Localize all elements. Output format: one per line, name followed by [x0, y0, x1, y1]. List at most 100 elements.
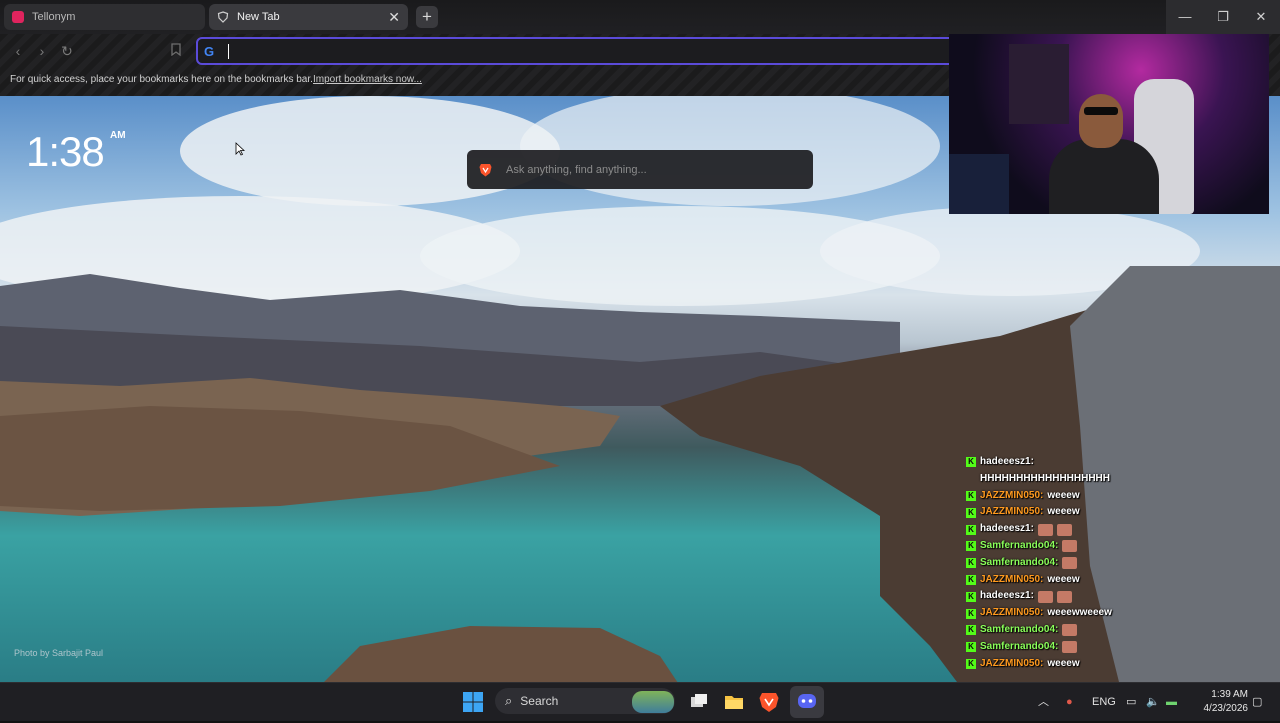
maximize-button[interactable]: ❐	[1204, 0, 1242, 34]
kick-badge-icon: K	[966, 507, 976, 518]
kick-badge-icon: K	[966, 658, 976, 669]
kick-badge-icon: K	[966, 490, 976, 501]
google-icon: G	[204, 44, 215, 59]
chat-message: Khadeeesz1:	[966, 454, 1166, 471]
show-hidden-icons-chevron-icon[interactable]: ︿	[1038, 683, 1049, 721]
tab-new-tab[interactable]: New Tab ✕	[209, 4, 408, 30]
taskbar-clock[interactable]: 1:39 AM 4/23/2026	[1194, 688, 1249, 716]
chat-username[interactable]: Samfernando04:	[980, 639, 1058, 656]
ntp-search-input[interactable]	[504, 162, 788, 177]
kick-badge-icon: K	[966, 574, 976, 585]
reload-icon[interactable]: ↻	[59, 43, 75, 59]
forward-icon[interactable]: ›	[34, 43, 50, 59]
network-icon[interactable]: ▭	[1126, 683, 1136, 721]
volume-icon[interactable]: 🔈	[1146, 683, 1160, 721]
back-icon[interactable]: ‹	[10, 43, 26, 59]
chat-message: K JAZZMIN050: weeew	[966, 488, 1166, 505]
tab-tellonym[interactable]: Tellonym	[4, 4, 205, 30]
chat-username[interactable]: JAZZMIN050:	[980, 488, 1043, 505]
chat-username[interactable]: JAZZMIN050:	[980, 572, 1043, 589]
chat-message: K Samfernando04:	[966, 538, 1166, 555]
brave-shield-icon	[217, 11, 229, 23]
minimize-button[interactable]: —	[1166, 0, 1204, 34]
tab-title: New Tab	[237, 11, 280, 23]
chat-emote-icon	[1062, 540, 1078, 553]
ntp-search-box[interactable]	[467, 150, 813, 189]
chat-message-text: weeew	[1047, 506, 1080, 518]
clock-time: 1:38	[26, 128, 105, 175]
chat-message: K Samfernando04:	[966, 639, 1166, 656]
chat-username[interactable]: Samfernando04:	[980, 555, 1058, 572]
new-tab-button[interactable]: +	[416, 6, 438, 28]
close-window-button[interactable]: ✕	[1242, 0, 1280, 34]
mouse-cursor-icon	[235, 142, 246, 161]
chat-message: K Samfernando04:	[966, 555, 1166, 572]
import-bookmarks-link[interactable]: Import bookmarks now...	[313, 68, 422, 92]
tab-strip: Tellonym New Tab ✕ + — ❐ ✕	[0, 0, 1280, 34]
kick-badge-icon: K	[966, 524, 976, 535]
photo-credit[interactable]: Photo by Sarbajit Paul	[14, 648, 103, 658]
tab-title: Tellonym	[32, 11, 76, 23]
text-caret	[228, 44, 229, 59]
task-view-icon[interactable]	[688, 691, 710, 713]
chat-username[interactable]: JAZZMIN050:	[980, 656, 1043, 673]
notifications-icon[interactable]: ▢	[1252, 683, 1262, 721]
chat-message: K Samfernando04:	[966, 622, 1166, 639]
chat-message: K JAZZMIN050: weeewweeew	[966, 605, 1166, 622]
chat-message-continuation: HHHHHHHHHHHHHHHHHH	[980, 472, 1110, 484]
kick-badge-icon: K	[966, 625, 976, 636]
sunglasses	[1084, 107, 1118, 115]
taskbar: ⌕ Search ︿ ● ENG ▭ 🔈 ▬ 1:39 AM 4/23/2026…	[0, 682, 1280, 721]
chat-message: K JAZZMIN050: weeew	[966, 656, 1166, 673]
clock-ampm: AM	[110, 130, 126, 141]
widgets-icon[interactable]	[632, 691, 674, 713]
stream-chat: Khadeeesz1: HHHHHHHHHHHHHHHHHH K JAZZMIN050…	[966, 454, 1166, 672]
chat-emote-icon	[1037, 523, 1053, 536]
bookmark-icon[interactable]	[168, 43, 184, 59]
taskbar-time: 1:39 AM	[1211, 689, 1248, 700]
chat-message: Khadeeesz1:	[966, 588, 1166, 605]
chat-emote-icon	[1037, 590, 1053, 603]
windows-start-icon[interactable]	[462, 691, 484, 713]
kick-badge-icon: K	[966, 558, 976, 569]
file-explorer-icon[interactable]	[723, 691, 745, 713]
chat-username[interactable]: Samfernando04:	[980, 622, 1058, 639]
tellonym-icon	[12, 11, 24, 23]
webcam-overlay	[949, 34, 1269, 214]
chat-message-text: weeew	[1047, 657, 1080, 669]
kick-badge-icon: K	[966, 642, 976, 653]
chat-username[interactable]: hadeeesz1:	[980, 521, 1034, 538]
battery-icon[interactable]: ▬	[1166, 683, 1177, 721]
chat-username[interactable]: JAZZMIN050:	[980, 605, 1043, 622]
microphone-icon[interactable]: ●	[1066, 683, 1073, 721]
chat-message: Khadeeesz1:	[966, 521, 1166, 538]
chat-username[interactable]: hadeeesz1:	[980, 588, 1034, 605]
language-indicator[interactable]: ENG	[1092, 683, 1116, 721]
chat-username[interactable]: Samfernando04:	[980, 538, 1058, 555]
chat-message: K JAZZMIN050: weeew	[966, 572, 1166, 589]
brave-browser-icon[interactable]	[758, 691, 780, 713]
kick-badge-icon: K	[966, 608, 976, 619]
address-bar[interactable]: G	[196, 37, 956, 65]
chat-message-text: weeew	[1047, 573, 1080, 585]
brave-lion-icon	[479, 163, 492, 177]
plus-icon: +	[422, 7, 432, 26]
chat-message: K JAZZMIN050: weeew	[966, 504, 1166, 521]
bookmarks-hint: For quick access, place your bookmarks h…	[10, 74, 313, 85]
search-icon: ⌕	[505, 693, 513, 708]
chat-username[interactable]: hadeeesz1:	[980, 454, 1034, 471]
close-tab-icon[interactable]: ✕	[388, 9, 400, 26]
kick-badge-icon: K	[966, 457, 976, 468]
chat-emote-icon	[1056, 590, 1072, 603]
chat-emote-icon	[1056, 523, 1072, 536]
kick-badge-icon: K	[966, 541, 976, 552]
taskbar-date: 4/23/2026	[1203, 703, 1249, 714]
chat-emote-icon	[1062, 624, 1078, 637]
streamer-head	[1079, 94, 1123, 148]
chat-emote-icon	[1062, 641, 1078, 654]
chat-message-text: weeew	[1047, 489, 1080, 501]
chat-message-text: weeewweeew	[1047, 607, 1112, 619]
chat-username[interactable]: JAZZMIN050:	[980, 504, 1043, 521]
discord-icon[interactable]	[790, 686, 824, 718]
streamer-body	[1049, 139, 1159, 214]
